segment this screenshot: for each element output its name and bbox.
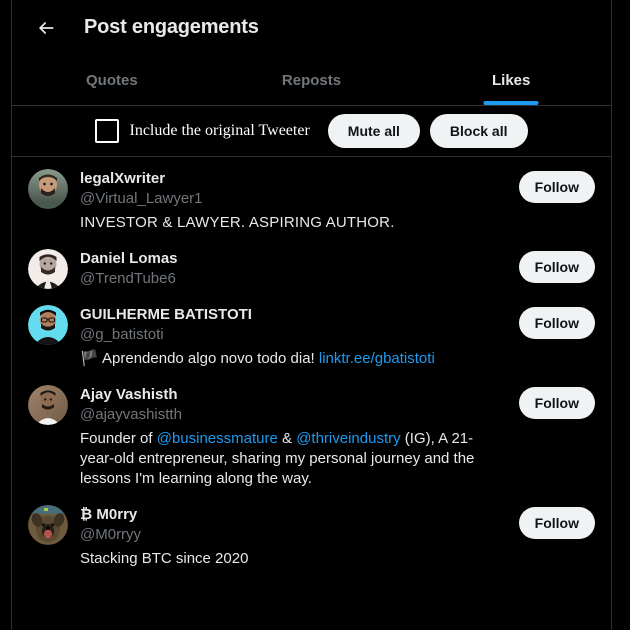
handle: @Virtual_Lawyer1 [80, 190, 203, 207]
follow-button[interactable]: Follow [518, 307, 595, 339]
follow-button[interactable]: Follow [518, 387, 595, 419]
user-info: Ajay Vashisth @ajayvashistth Founder of … [80, 385, 519, 489]
handle: @M0rryy [80, 526, 142, 543]
bio-link[interactable]: linktr.ee/gbatistoti [319, 350, 435, 367]
bio-mention-thriveindustry[interactable]: @thriveindustry [296, 430, 400, 447]
display-name: Ajay Vashisth [80, 386, 178, 403]
follow-button[interactable]: Follow [518, 507, 595, 539]
bio: Stacking BTC since 2020 [80, 550, 249, 567]
list-item[interactable]: Daniel Lomas @TrendTube6 Follow [12, 237, 611, 293]
tab-likes-label: Likes [492, 71, 531, 89]
tab-likes[interactable]: Likes [411, 55, 611, 105]
handle: @ajayvashistth [80, 406, 182, 423]
tab-quotes[interactable]: Quotes [12, 55, 212, 105]
avatar[interactable] [28, 305, 68, 345]
avatar[interactable] [28, 249, 68, 289]
user-info: Daniel Lomas @TrendTube6 [80, 249, 519, 289]
bio-text-mid: & [277, 430, 297, 447]
follow-button[interactable]: Follow [518, 171, 595, 203]
avatar[interactable] [28, 505, 68, 545]
flag-icon: 🏴 [80, 350, 99, 367]
bio: 🏴 Aprendendo algo novo todo dia! linktr.… [80, 349, 507, 369]
tab-reposts[interactable]: Reposts [212, 55, 412, 105]
bulk-action-bar: Include the original Tweeter Mute all Bl… [12, 106, 611, 157]
display-name: legalXwriter [80, 170, 166, 187]
mute-all-button[interactable]: Mute all [327, 114, 420, 148]
follow-button[interactable]: Follow [518, 251, 595, 283]
list-item[interactable]: GUILHERME BATISTOTI @g_batistoti 🏴 Apren… [12, 293, 611, 373]
user-info: GUILHERME BATISTOTI @g_batistoti 🏴 Apren… [80, 305, 519, 369]
back-button[interactable] [28, 10, 64, 46]
bio-text-pre: Founder of [80, 430, 157, 447]
bio: Founder of @businessmature & @thriveindu… [80, 429, 507, 489]
header: Post engagements [12, 0, 611, 55]
handle: @TrendTube6 [80, 270, 176, 287]
display-name: Daniel Lomas [80, 250, 178, 267]
list-item[interactable]: ₿ M0rry @M0rryy Stacking BTC since 2020 … [12, 493, 611, 573]
engagement-tabs: Quotes Reposts Likes [12, 55, 611, 106]
list-item[interactable]: Ajay Vashisth @ajayvashistth Founder of … [12, 373, 611, 493]
arrow-left-icon [36, 18, 56, 38]
display-name: ₿ M0rry [80, 506, 138, 523]
include-original-tweeter-checkbox[interactable] [95, 119, 120, 143]
list-item[interactable]: legalXwriter @Virtual_Lawyer1 INVESTOR &… [12, 157, 611, 237]
user-list: legalXwriter @Virtual_Lawyer1 INVESTOR &… [12, 157, 611, 573]
display-name: GUILHERME BATISTOTI [80, 306, 252, 323]
include-original-tweeter-label: Include the original Tweeter [129, 122, 310, 139]
tab-quotes-label: Quotes [85, 71, 138, 89]
user-info: ₿ M0rry @M0rryy Stacking BTC since 2020 [80, 505, 519, 569]
block-all-button[interactable]: Block all [429, 114, 528, 148]
bio: INVESTOR & LAWYER. ASPIRING AUTHOR. [80, 214, 395, 231]
bio-text: Aprendendo algo novo todo dia! [98, 350, 319, 367]
bio-mention-businessmature[interactable]: @businessmature [157, 430, 278, 447]
post-engagements-panel: Post engagements Quotes Reposts Likes In… [11, 0, 612, 630]
tab-reposts-label: Reposts [281, 71, 342, 89]
handle: @g_batistoti [80, 326, 164, 343]
avatar[interactable] [28, 169, 68, 209]
page-title: Post engagements [84, 16, 259, 38]
avatar[interactable] [28, 385, 68, 425]
user-info: legalXwriter @Virtual_Lawyer1 INVESTOR &… [80, 169, 519, 233]
